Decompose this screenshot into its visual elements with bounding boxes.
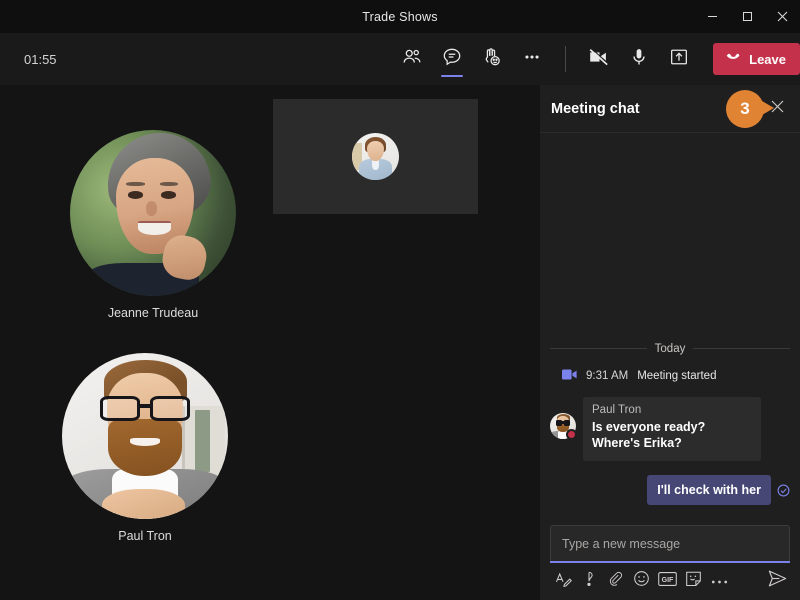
participant-tile-jeanne-trudeau[interactable]: Jeanne Trudeau xyxy=(70,130,236,320)
share-screen-icon xyxy=(668,46,690,73)
sticker-icon xyxy=(685,570,702,592)
reactions-button[interactable] xyxy=(472,39,512,79)
send-icon xyxy=(768,570,787,592)
format-text-button[interactable] xyxy=(550,570,576,592)
teams-meeting-window: Trade Shows 01:55 Leave Jeanne Trudeau P… xyxy=(0,0,800,600)
delivered-check-icon xyxy=(777,484,790,497)
chat-compose-area: Type a new message GIF xyxy=(540,525,800,600)
participant-avatar xyxy=(352,133,399,180)
more-actions-button[interactable] xyxy=(512,39,552,79)
minimize-button[interactable] xyxy=(695,0,730,33)
message-bubble: I'll check with her xyxy=(647,475,771,505)
message-bubble: Paul Tron Is everyone ready? Where's Eri… xyxy=(583,396,761,461)
message-input-placeholder: Type a new message xyxy=(562,537,681,551)
system-message-text: Meeting started xyxy=(637,369,717,382)
compose-toolbar: GIF xyxy=(550,570,790,592)
message-text: I'll check with her xyxy=(657,483,761,497)
presence-badge-busy xyxy=(566,428,577,440)
people-icon xyxy=(401,46,423,73)
attach-file-icon xyxy=(607,571,623,592)
video-camera-icon xyxy=(562,367,577,385)
compose-more-options-button[interactable] xyxy=(706,570,732,592)
meeting-timer: 01:55 xyxy=(24,51,57,67)
people-button[interactable] xyxy=(392,39,432,79)
participant-name-label: Jeanne Trudeau xyxy=(107,306,199,320)
message-avatar-paul-tron xyxy=(550,412,577,440)
leave-button-label: Leave xyxy=(749,51,786,67)
participant-video-jeanne xyxy=(70,130,236,296)
day-divider: Today xyxy=(550,343,790,355)
microphone-button[interactable] xyxy=(619,39,659,79)
window-controls xyxy=(695,0,800,33)
divider-line-right xyxy=(693,348,790,350)
emoji-button[interactable] xyxy=(628,570,654,592)
chat-button[interactable] xyxy=(432,39,472,79)
participant-name-label: Paul Tron xyxy=(118,529,172,543)
meeting-chat-panel: Meeting chat 3 Today 9:31 AM Meeting sta… xyxy=(540,85,800,600)
callout-number: 3 xyxy=(740,99,750,118)
toolbar-divider xyxy=(565,46,567,72)
raise-hand-reactions-icon xyxy=(481,46,503,73)
participant-tile-paul-tron[interactable]: Paul Tron xyxy=(62,353,228,543)
svg-text:GIF: GIF xyxy=(661,576,673,584)
chat-message-list[interactable]: Today 9:31 AM Meeting started Paul Tron … xyxy=(540,133,800,525)
meeting-toolbar: 01:55 Leave xyxy=(0,33,800,85)
share-screen-button[interactable] xyxy=(659,39,699,79)
maximize-button[interactable] xyxy=(730,0,765,33)
window-title: Trade Shows xyxy=(362,9,438,24)
chat-message-incoming[interactable]: Paul Tron Is everyone ready? Where's Eri… xyxy=(550,396,790,461)
participant-video-paul xyxy=(62,353,228,519)
system-message-meeting-started: 9:31 AM Meeting started xyxy=(550,367,790,385)
giphy-button[interactable]: GIF xyxy=(654,570,680,592)
delivery-options-button[interactable] xyxy=(576,570,602,592)
more-options-icon xyxy=(711,572,728,590)
chat-icon xyxy=(441,46,463,73)
leave-button[interactable]: Leave xyxy=(713,43,800,75)
hang-up-icon xyxy=(724,49,742,70)
more-options-icon xyxy=(521,46,543,73)
format-text-icon xyxy=(555,571,572,592)
chat-message-outgoing[interactable]: I'll check with her xyxy=(550,475,790,505)
priority-icon xyxy=(582,571,596,592)
video-stage: Jeanne Trudeau Paul Tron xyxy=(0,85,540,600)
camera-button[interactable] xyxy=(579,39,619,79)
close-button[interactable] xyxy=(765,0,800,33)
camera-off-icon xyxy=(587,45,611,74)
emoji-icon xyxy=(633,570,650,592)
gif-icon: GIF xyxy=(657,571,677,591)
divider-line-left xyxy=(550,348,647,350)
attach-file-button[interactable] xyxy=(602,570,628,592)
day-divider-label: Today xyxy=(654,342,686,355)
system-message-time: 9:31 AM xyxy=(586,369,629,382)
message-text: Is everyone ready? Where's Erika? xyxy=(592,419,706,451)
step-callout-badge: 3 xyxy=(726,90,774,128)
participant-tile-avatar-only[interactable] xyxy=(273,99,478,214)
send-message-button[interactable] xyxy=(764,570,790,592)
title-bar: Trade Shows xyxy=(0,0,800,33)
microphone-icon xyxy=(628,46,650,73)
message-author: Paul Tron xyxy=(592,403,642,416)
message-input[interactable]: Type a new message xyxy=(550,525,790,563)
toolbar-controls: Leave xyxy=(392,39,800,79)
chat-panel-header: Meeting chat 3 xyxy=(540,85,800,133)
sticker-button[interactable] xyxy=(680,570,706,592)
